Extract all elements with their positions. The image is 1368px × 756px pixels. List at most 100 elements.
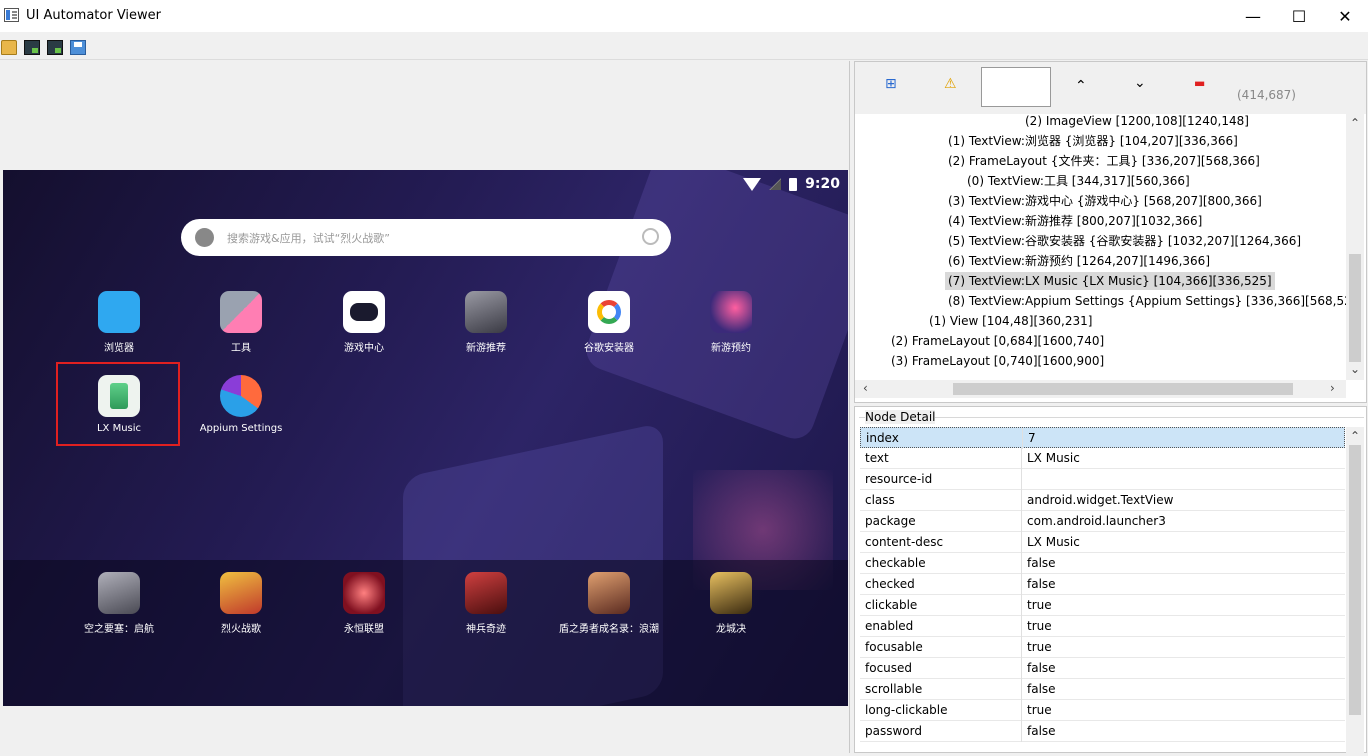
tree-node[interactable]: (6) TextView:新游预约 [1264,207][1496,366] bbox=[948, 252, 1210, 270]
tree-node-selected[interactable]: (7) TextView:LX Music {LX Music} [104,36… bbox=[945, 272, 1275, 290]
property-row[interactable]: focused false bbox=[860, 658, 1345, 679]
next-arrow-icon[interactable]: ⌄ bbox=[1134, 75, 1146, 91]
app-game-center[interactable]: 游戏中心 bbox=[309, 291, 419, 354]
device-screenshot-icon[interactable] bbox=[24, 40, 40, 55]
app-google-installer[interactable]: 谷歌安装器 bbox=[554, 291, 664, 354]
app-label: 永恒联盟 bbox=[344, 624, 384, 635]
device-screenshot-compressed-icon[interactable] bbox=[47, 40, 63, 55]
property-value: false bbox=[1027, 724, 1056, 738]
property-row[interactable]: enabled true bbox=[860, 616, 1345, 637]
device-screenshot[interactable]: 9:20 搜索游戏&应用，试试“烈火战歌” 浏览器 工具 游戏中心 新游推荐 谷… bbox=[3, 170, 848, 706]
tree-node[interactable]: (3) FrameLayout [0,740][1600,900] bbox=[891, 352, 1104, 370]
dock-app-6[interactable]: 龙城决 bbox=[676, 572, 786, 635]
app-label: 龙城决 bbox=[716, 624, 746, 635]
tree-horizontal-scrollbar[interactable]: ‹ › bbox=[855, 380, 1346, 398]
dock-app-5[interactable]: 盾之勇者成名录：浪潮 bbox=[554, 572, 664, 635]
scroll-up-icon[interactable]: ⌃ bbox=[1350, 429, 1360, 443]
previous-arrow-icon[interactable]: ⌃ bbox=[1075, 78, 1087, 94]
game-icon bbox=[465, 572, 507, 614]
scroll-right-icon[interactable]: › bbox=[1330, 381, 1335, 395]
property-row[interactable]: content-desc LX Music bbox=[860, 532, 1345, 553]
property-key: class bbox=[865, 493, 895, 507]
dock-app-4[interactable]: 神兵奇迹 bbox=[431, 572, 541, 635]
close-button[interactable]: ✕ bbox=[1322, 0, 1368, 32]
search-node-input[interactable] bbox=[981, 67, 1051, 107]
title-bar: UI Automator Viewer — ☐ ✕ bbox=[0, 0, 1368, 32]
tree-node[interactable]: (0) TextView:工具 [344,317][560,366] bbox=[967, 172, 1190, 190]
warning-icon[interactable]: ⚠ bbox=[944, 76, 957, 92]
property-value: LX Music bbox=[1027, 451, 1080, 465]
expand-all-icon[interactable]: ⊞ bbox=[885, 76, 897, 92]
property-key: long-clickable bbox=[865, 703, 948, 717]
app-game-preorder[interactable]: 新游预约 bbox=[676, 291, 786, 354]
dock-app-1[interactable]: 空之要塞：启航 bbox=[64, 572, 174, 635]
property-row[interactable]: package com.android.launcher3 bbox=[860, 511, 1345, 532]
scroll-thumb[interactable] bbox=[1349, 445, 1361, 715]
app-tools-folder[interactable]: 工具 bbox=[186, 291, 296, 354]
game-icon bbox=[343, 572, 385, 614]
browser-icon bbox=[98, 291, 140, 333]
no-signal-icon bbox=[769, 178, 782, 190]
toggle-naf-icon[interactable]: ▬ bbox=[1194, 76, 1205, 90]
scroll-thumb[interactable] bbox=[1349, 254, 1361, 362]
scroll-down-icon[interactable]: ⌄ bbox=[1350, 362, 1360, 376]
tree-node[interactable]: (2) ImageView [1200,108][1240,148] bbox=[1025, 114, 1249, 130]
tree-node[interactable]: (2) FrameLayout [0,684][1600,740] bbox=[891, 332, 1104, 350]
screenshot-pane: 9:20 搜索游戏&应用，试试“烈火战歌” 浏览器 工具 游戏中心 新游推荐 谷… bbox=[0, 61, 850, 753]
property-key: clickable bbox=[865, 598, 918, 612]
scroll-left-icon[interactable]: ‹ bbox=[863, 381, 868, 395]
property-row[interactable]: checked false bbox=[860, 574, 1345, 595]
property-row[interactable]: focusable true bbox=[860, 637, 1345, 658]
app-label: 新游预约 bbox=[711, 343, 751, 354]
tree-node[interactable]: (1) TextView:浏览器 {浏览器} [104,207][336,366… bbox=[948, 132, 1238, 150]
app-label: 浏览器 bbox=[104, 343, 134, 354]
app-label: 游戏中心 bbox=[344, 343, 384, 354]
tree-node[interactable]: (5) TextView:谷歌安装器 {谷歌安装器} [1032,207][12… bbox=[948, 232, 1301, 250]
maximize-button[interactable]: ☐ bbox=[1276, 0, 1322, 32]
app-label: 烈火战歌 bbox=[221, 624, 261, 635]
property-row[interactable]: resource-id bbox=[860, 469, 1345, 490]
app-new-games[interactable]: 新游推荐 bbox=[431, 291, 541, 354]
property-key: checked bbox=[865, 577, 915, 591]
search-icon[interactable] bbox=[642, 228, 659, 245]
app-appium-settings[interactable]: Appium Settings bbox=[186, 375, 296, 434]
minimize-button[interactable]: — bbox=[1230, 0, 1276, 32]
scroll-thumb[interactable] bbox=[953, 383, 1293, 395]
game-icon bbox=[588, 572, 630, 614]
property-row[interactable]: long-clickable true bbox=[860, 700, 1345, 721]
property-row[interactable]: checkable false bbox=[860, 553, 1345, 574]
property-row[interactable]: clickable true bbox=[860, 595, 1345, 616]
open-folder-icon[interactable] bbox=[1, 40, 17, 55]
app-browser[interactable]: 浏览器 bbox=[64, 291, 174, 354]
google-icon bbox=[588, 291, 630, 333]
property-row[interactable]: password false bbox=[860, 721, 1345, 742]
store-logo-icon bbox=[195, 228, 214, 247]
detail-vertical-scrollbar[interactable]: ⌃ bbox=[1346, 427, 1364, 753]
device-search-bar[interactable]: 搜索游戏&应用，试试“烈火战歌” bbox=[181, 219, 671, 256]
property-row[interactable]: text LX Music bbox=[860, 448, 1345, 469]
property-row[interactable]: class android.widget.TextView bbox=[860, 490, 1345, 511]
cursor-coordinates: (414,687) bbox=[1237, 88, 1296, 102]
property-row[interactable]: index 7 bbox=[860, 427, 1345, 449]
scroll-up-icon[interactable]: ⌃ bbox=[1350, 116, 1360, 130]
tree-node[interactable]: (3) TextView:游戏中心 {游戏中心} [568,207][800,3… bbox=[948, 192, 1262, 210]
dock-app-2[interactable]: 烈火战歌 bbox=[186, 572, 296, 635]
property-key: focusable bbox=[865, 640, 923, 654]
property-value: com.android.launcher3 bbox=[1027, 514, 1166, 528]
tree-node[interactable]: (8) TextView:Appium Settings {Appium Set… bbox=[948, 292, 1346, 310]
app-label: Appium Settings bbox=[199, 423, 283, 434]
save-icon[interactable] bbox=[70, 40, 86, 55]
dock-app-3[interactable]: 永恒联盟 bbox=[309, 572, 419, 635]
node-properties-table[interactable]: index 7 text LX Music resource-id class and… bbox=[860, 427, 1345, 753]
property-key: content-desc bbox=[865, 535, 944, 549]
new-games-icon bbox=[465, 291, 507, 333]
selected-node-highlight bbox=[56, 362, 180, 446]
hierarchy-tree[interactable]: (2) ImageView [1200,108][1240,148] (1) T… bbox=[855, 114, 1346, 380]
tree-node[interactable]: (1) View [104,48][360,231] bbox=[929, 312, 1092, 330]
property-row[interactable]: scrollable false bbox=[860, 679, 1345, 700]
tree-node[interactable]: (4) TextView:新游推荐 [800,207][1032,366] bbox=[948, 212, 1202, 230]
tree-vertical-scrollbar[interactable]: ⌃ ⌄ bbox=[1346, 114, 1364, 380]
property-key: scrollable bbox=[865, 682, 923, 696]
tree-node[interactable]: (2) FrameLayout {文件夹：工具} [336,207][568,3… bbox=[948, 152, 1260, 170]
app-label: 新游推荐 bbox=[466, 343, 506, 354]
